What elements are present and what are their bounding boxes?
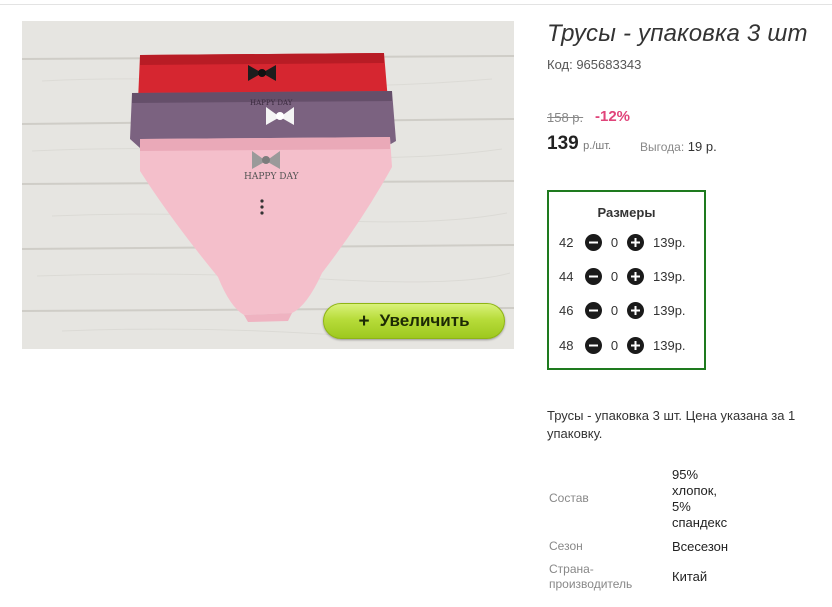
print-text: HAPPY DAY	[250, 99, 293, 107]
spec-label-line: Страна-	[549, 562, 594, 576]
zoom-button[interactable]: + Увеличить	[323, 303, 505, 339]
size-row: 44 0 139р.	[559, 266, 686, 286]
size-label: 42	[559, 234, 574, 250]
size-row: 46 0 139р.	[559, 300, 686, 320]
spec-value-line: 5%	[672, 499, 691, 514]
spec-value-line: 95%	[672, 467, 699, 482]
size-label: 46	[559, 302, 574, 318]
product-description: Трусы - упаковка 3 шт. Цена указана за 1…	[547, 408, 796, 441]
quantity-value[interactable]: 0	[602, 269, 627, 284]
spec-value-country: Китай	[672, 569, 708, 584]
saving-label: Выгода:	[640, 140, 685, 154]
minus-icon[interactable]	[585, 301, 602, 319]
spec-value-composition: 95% хлопок, 5% спандекс	[672, 467, 727, 531]
product-image: HAPPY DAY HAPPY DAY	[22, 21, 514, 349]
plus-icon[interactable]	[627, 267, 644, 285]
saving-value: 19 р.	[687, 139, 717, 154]
spec-label-line: производитель	[549, 577, 633, 591]
size-row: 42 0 139р.	[559, 232, 686, 252]
plus-icon: +	[358, 310, 370, 332]
spec-value-season: Всесезон	[672, 539, 729, 554]
price-unit: р./шт.	[583, 140, 612, 152]
product-photo[interactable]: HAPPY DAY HAPPY DAY + Увеличить	[22, 21, 514, 349]
product-code: Код: 965683343	[547, 57, 642, 72]
minus-icon[interactable]	[585, 233, 602, 251]
minus-icon[interactable]	[585, 267, 602, 285]
size-price: 139р.	[653, 337, 686, 353]
sizes-panel: Размеры 42 0 139р. 44 0 139р. 46 0 139р.…	[547, 190, 706, 370]
minus-icon[interactable]	[585, 336, 602, 354]
quantity-value[interactable]: 0	[602, 303, 627, 318]
discount-badge: -12%	[595, 108, 631, 125]
current-price: 139 р./шт.	[547, 133, 611, 155]
quantity-value[interactable]: 0	[602, 235, 627, 250]
spec-label-composition: Состав	[549, 491, 589, 505]
size-row: 48 0 139р.	[559, 335, 686, 355]
plus-icon[interactable]	[627, 336, 644, 354]
plus-icon[interactable]	[627, 301, 644, 319]
top-divider	[0, 4, 832, 5]
plus-icon[interactable]	[627, 233, 644, 251]
old-price: 158 р.	[547, 110, 584, 125]
print-text-front: HAPPY DAY	[244, 172, 300, 182]
spec-value-line: спандекс	[672, 515, 728, 530]
saving: Выгода: 19 р.	[640, 139, 717, 154]
spec-label-country: Страна- производитель	[549, 562, 632, 592]
zoom-button-label: Увеличить	[379, 311, 470, 330]
sizes-title: Размеры	[597, 205, 656, 220]
size-label: 44	[559, 268, 574, 284]
product-title: Трусы - упаковка 3 шт	[547, 20, 808, 47]
size-price: 139р.	[653, 302, 686, 318]
price-value: 139	[547, 133, 579, 154]
spec-value-line: хлопок,	[672, 483, 718, 498]
quantity-value[interactable]: 0	[602, 338, 627, 353]
spec-label-season: Сезон	[549, 539, 583, 553]
size-price: 139р.	[653, 234, 686, 250]
size-label: 48	[559, 337, 574, 353]
size-price: 139р.	[653, 268, 686, 284]
